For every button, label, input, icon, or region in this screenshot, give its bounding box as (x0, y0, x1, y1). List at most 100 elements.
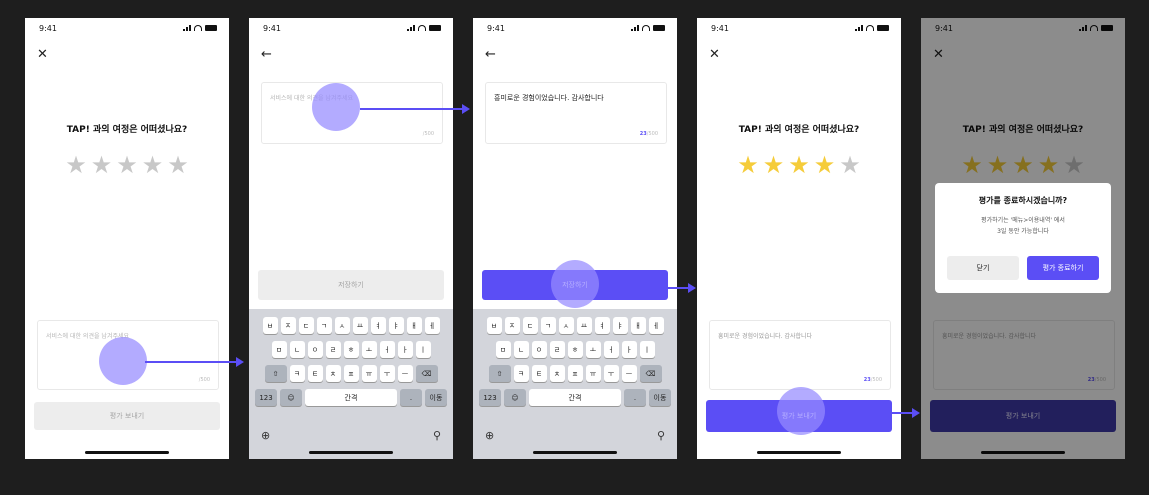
star-icon[interactable]: ★ (814, 153, 836, 177)
key[interactable]: ㅇ (531, 341, 547, 358)
key[interactable]: ㅎ (343, 341, 359, 358)
microphone-icon[interactable]: ⚲ (657, 429, 665, 442)
globe-icon[interactable]: ⊕ (261, 429, 270, 442)
close-button[interactable]: 닫기 (947, 256, 1019, 280)
key[interactable]: ㄱ (316, 317, 332, 334)
key[interactable]: ㅌ (307, 365, 323, 382)
key[interactable]: ㅌ (531, 365, 547, 382)
end-rating-button[interactable]: 평가 종료하기 (1027, 256, 1099, 280)
key[interactable]: ㄹ (325, 341, 341, 358)
return-key[interactable]: 이동 (425, 389, 447, 406)
microphone-icon[interactable]: ⚲ (433, 429, 441, 442)
key[interactable]: ㅐ (630, 317, 646, 334)
return-key[interactable]: 이동 (649, 389, 671, 406)
tap-indicator (99, 337, 147, 385)
key[interactable]: ㅊ (325, 365, 341, 382)
key[interactable]: ㅁ (271, 341, 287, 358)
key[interactable]: ㅣ (415, 341, 431, 358)
key[interactable]: ㅏ (397, 341, 413, 358)
star-rating[interactable]: ★ ★ ★ ★ ★ (697, 153, 901, 177)
key[interactable]: ㄴ (289, 341, 305, 358)
char-counter: 23/500 (863, 377, 882, 383)
screen-2-keyboard-empty: 9:41 ← 서비스에 대한 의견을 남겨주세요 /500 저장하기 ㅂㅈㄷㄱㅅ… (249, 18, 453, 459)
backspace-key[interactable]: ⌫ (639, 365, 662, 382)
shift-key[interactable]: ⇧ (264, 365, 287, 382)
period-key[interactable]: . (624, 389, 646, 406)
flow-arrow-line (360, 108, 463, 110)
number-key[interactable]: 123 (255, 389, 277, 406)
back-arrow-icon[interactable]: ← (261, 48, 272, 61)
key[interactable]: ㅡ (397, 365, 413, 382)
key[interactable]: ㅠ (585, 365, 601, 382)
star-icon[interactable]: ★ (763, 153, 785, 177)
key[interactable]: ㅛ (576, 317, 592, 334)
key[interactable]: ㅕ (594, 317, 610, 334)
star-icon[interactable]: ★ (839, 153, 861, 177)
save-button[interactable]: 저장하기 (258, 270, 444, 300)
key[interactable]: ㄹ (549, 341, 565, 358)
key[interactable]: ㅁ (495, 341, 511, 358)
key[interactable]: ㅂ (262, 317, 278, 334)
key[interactable]: ㅑ (388, 317, 404, 334)
key[interactable]: ㅣ (639, 341, 655, 358)
key[interactable]: ㅇ (307, 341, 323, 358)
key[interactable]: ㅈ (280, 317, 296, 334)
key[interactable]: ㅡ (621, 365, 637, 382)
review-input[interactable]: 흥미로운 경험이었습니다. 감사합니다 23/500 (485, 82, 667, 144)
emoji-key[interactable]: ☺ (280, 389, 302, 406)
key[interactable]: ㅍ (567, 365, 583, 382)
key[interactable]: ㅅ (334, 317, 350, 334)
key[interactable]: ㅏ (621, 341, 637, 358)
key[interactable]: ㅋ (513, 365, 529, 382)
key[interactable]: ㅔ (648, 317, 664, 334)
key[interactable]: ㅍ (343, 365, 359, 382)
key[interactable]: ㅅ (558, 317, 574, 334)
star-icon[interactable]: ★ (91, 153, 113, 177)
star-icon[interactable]: ★ (737, 153, 759, 177)
close-icon[interactable]: ✕ (709, 48, 720, 61)
space-key[interactable]: 간격 (529, 389, 621, 406)
key[interactable]: ㄱ (540, 317, 556, 334)
key[interactable]: ㅛ (352, 317, 368, 334)
star-icon[interactable]: ★ (142, 153, 164, 177)
send-rating-button[interactable]: 평가 보내기 (34, 402, 220, 430)
star-rating[interactable]: ★ ★ ★ ★ ★ (25, 153, 229, 177)
key[interactable]: ㅓ (379, 341, 395, 358)
key[interactable]: ㅗ (361, 341, 377, 358)
star-icon[interactable]: ★ (65, 153, 87, 177)
char-counter: 23/500 (639, 131, 658, 137)
key[interactable]: ㅕ (370, 317, 386, 334)
key[interactable]: ㄷ (522, 317, 538, 334)
number-key[interactable]: 123 (479, 389, 501, 406)
period-key[interactable]: . (400, 389, 422, 406)
back-arrow-icon[interactable]: ← (485, 48, 496, 61)
star-icon[interactable]: ★ (167, 153, 189, 177)
key[interactable]: ㅜ (379, 365, 395, 382)
korean-keyboard: ㅂㅈㄷㄱㅅㅛㅕㅑㅐㅔ ㅁㄴㅇㄹㅎㅗㅓㅏㅣ ⇧ ㅋㅌㅊㅍㅠㅜㅡ ⌫ 123 ☺ 간격. 이동… (249, 309, 453, 459)
key[interactable]: ㄴ (513, 341, 529, 358)
key[interactable]: ㅈ (504, 317, 520, 334)
key[interactable]: ㅐ (406, 317, 422, 334)
key[interactable]: ㅂ (486, 317, 502, 334)
signal-icon (631, 25, 639, 31)
globe-icon[interactable]: ⊕ (485, 429, 494, 442)
key[interactable]: ㅜ (603, 365, 619, 382)
key[interactable]: ㅎ (567, 341, 583, 358)
backspace-key[interactable]: ⌫ (415, 365, 438, 382)
key[interactable]: ㅓ (603, 341, 619, 358)
shift-key[interactable]: ⇧ (488, 365, 511, 382)
review-input[interactable]: 흥미로운 경험이었습니다. 감사합니다 23/500 (709, 320, 891, 390)
key[interactable]: ㅊ (549, 365, 565, 382)
key[interactable]: ㅋ (289, 365, 305, 382)
star-icon[interactable]: ★ (788, 153, 810, 177)
wifi-icon (194, 25, 202, 31)
key[interactable]: ㅗ (585, 341, 601, 358)
key[interactable]: ㄷ (298, 317, 314, 334)
star-icon[interactable]: ★ (116, 153, 138, 177)
key[interactable]: ㅔ (424, 317, 440, 334)
key[interactable]: ㅠ (361, 365, 377, 382)
space-key[interactable]: 간격 (305, 389, 397, 406)
emoji-key[interactable]: ☺ (504, 389, 526, 406)
key[interactable]: ㅑ (612, 317, 628, 334)
close-icon[interactable]: ✕ (37, 48, 48, 61)
